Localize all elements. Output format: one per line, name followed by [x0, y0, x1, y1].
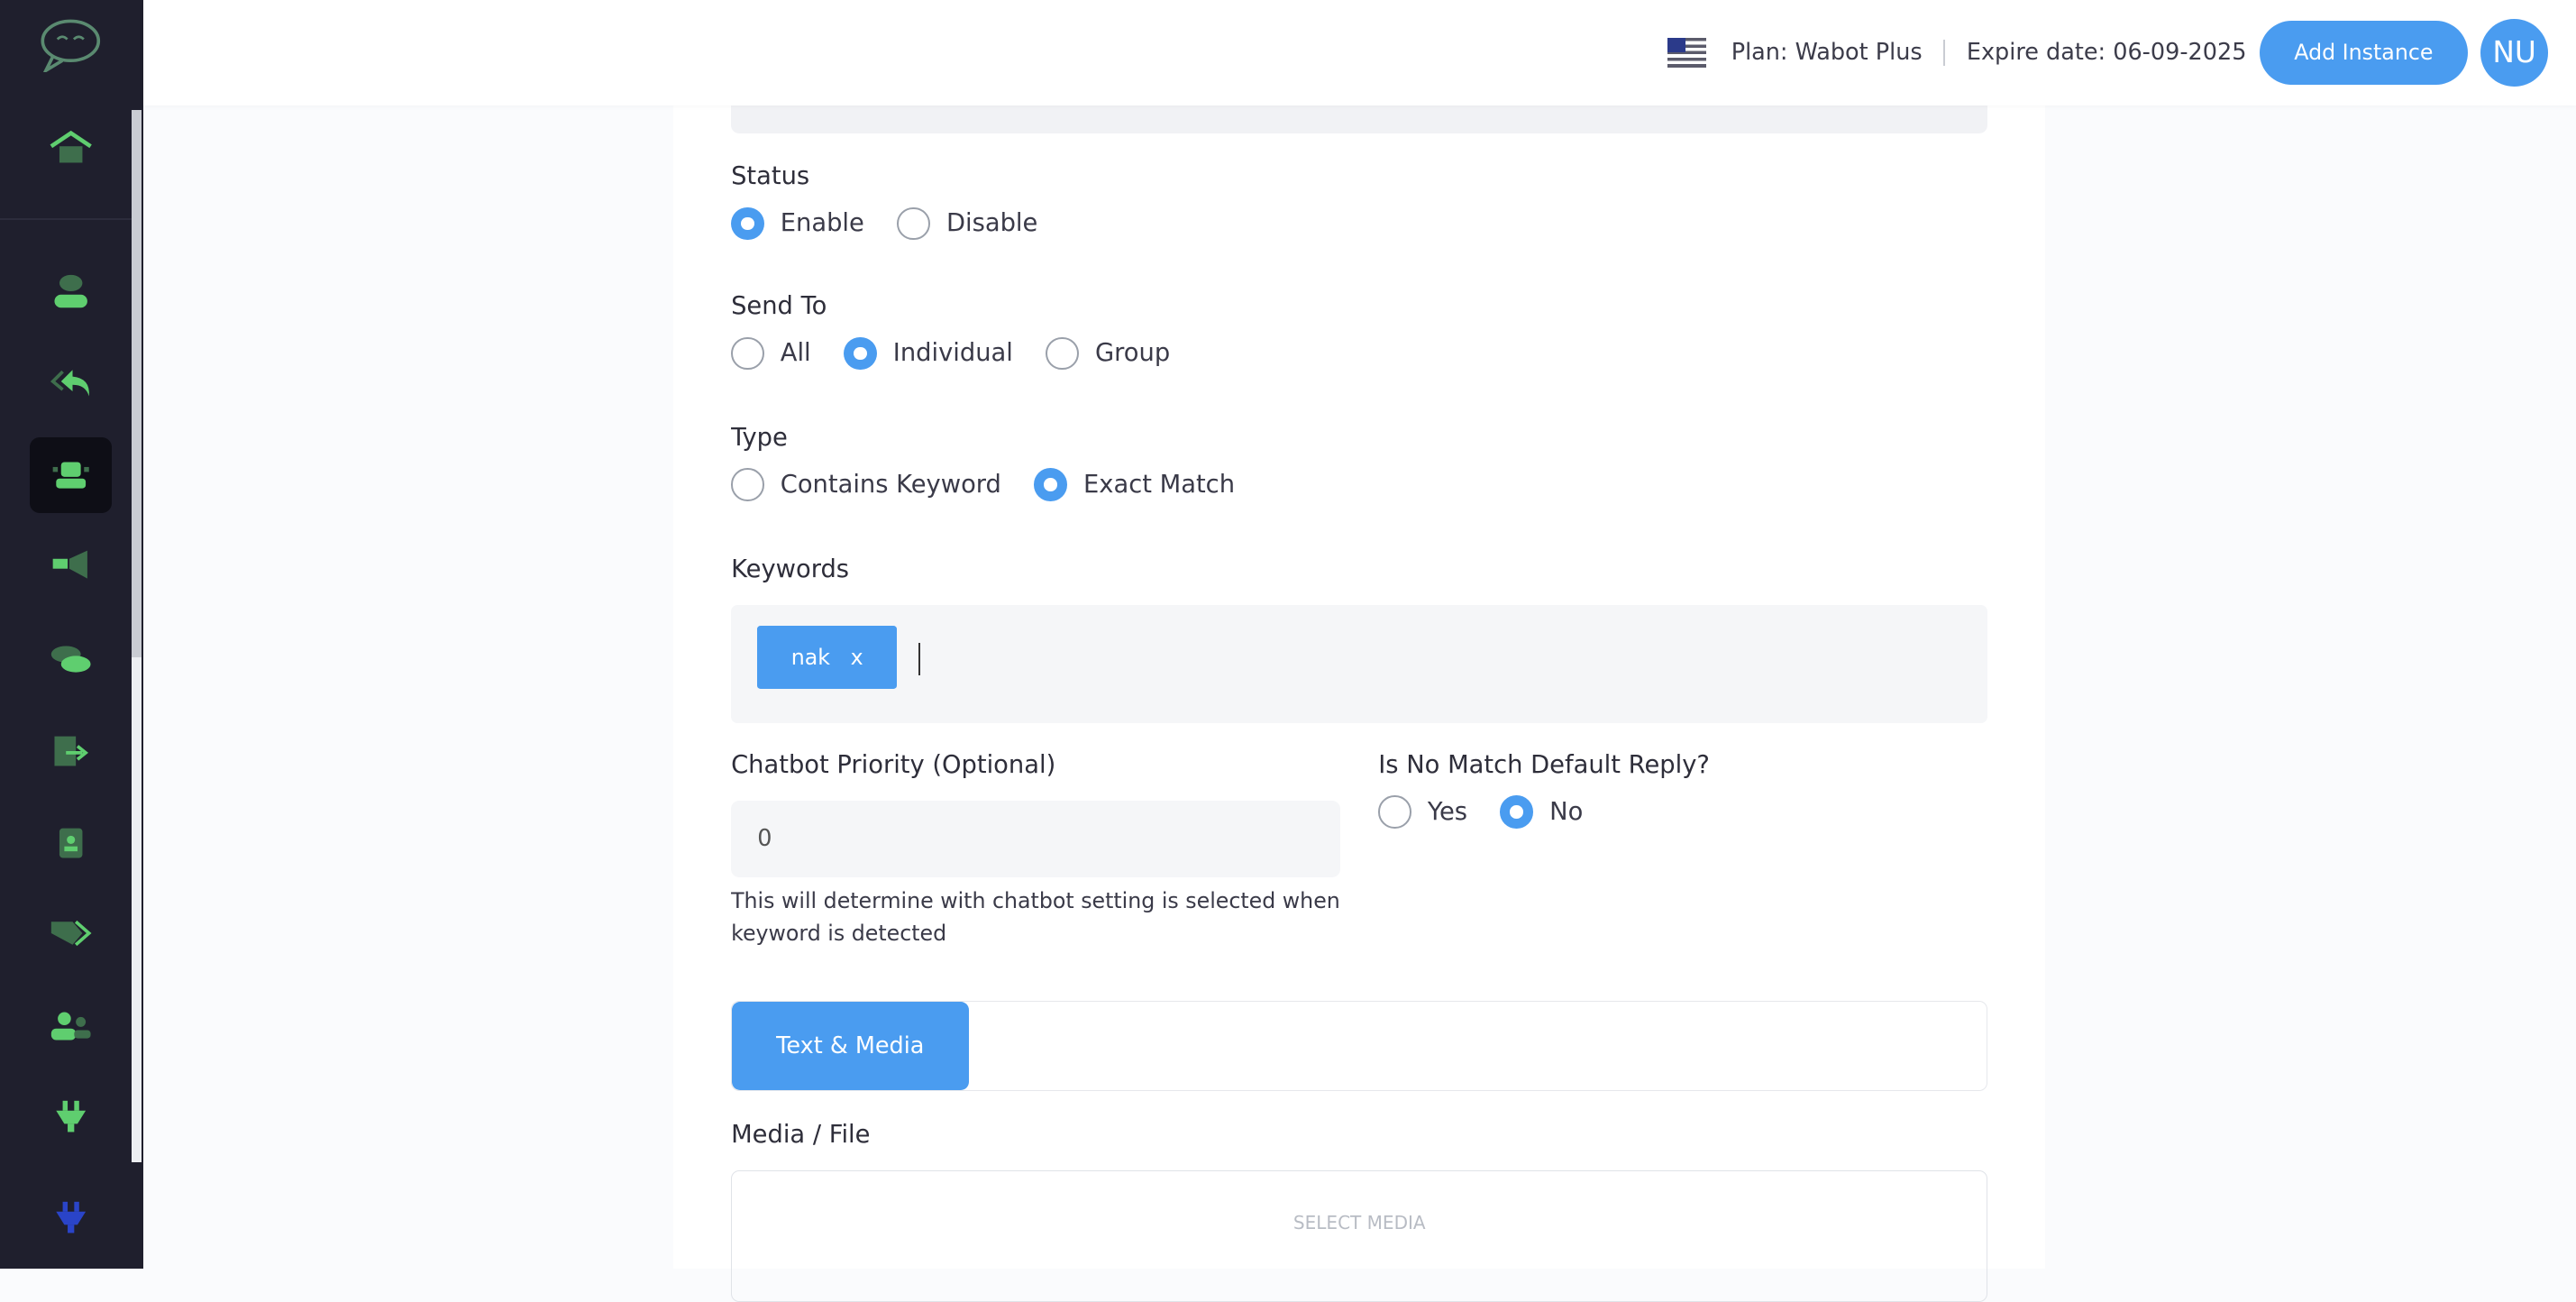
type-group: Type Contains Keyword Exact Match [731, 424, 1267, 501]
no-match-no-radio[interactable]: No [1500, 795, 1583, 829]
text-cursor [918, 642, 920, 676]
keywords-input[interactable]: nak x [731, 604, 1988, 723]
sidebar [0, 0, 143, 1270]
tags-icon[interactable] [30, 895, 112, 971]
keywords-label: Keywords [731, 555, 850, 584]
type-exact-radio[interactable]: Exact Match [1034, 468, 1235, 501]
media-label: Media / File [731, 1121, 871, 1150]
users-icon[interactable] [30, 987, 112, 1063]
type-contains-radio[interactable]: Contains Keyword [731, 468, 1001, 501]
type-label: Type [731, 424, 788, 453]
user-icon[interactable] [30, 253, 112, 329]
header: Plan: Wabot Plus Expire date: 06-09-2025… [142, 0, 2576, 105]
plug-icon[interactable] [30, 1080, 112, 1156]
chatbot-form: Status Enable Disable Send To All Indivi… [673, 0, 2046, 1302]
send-to-all-radio[interactable]: All [731, 336, 811, 371]
no-match-yes-radio[interactable]: Yes [1378, 795, 1467, 829]
send-to-group-radio[interactable]: Group [1046, 336, 1170, 371]
priority-label: Chatbot Priority (Optional) [731, 750, 1056, 779]
tab-text-media[interactable]: Text & Media [732, 1002, 969, 1091]
robot-icon[interactable] [29, 436, 112, 513]
chat-icon[interactable] [30, 621, 112, 697]
expire-date: Expire date: 06-09-2025 [1966, 39, 2247, 67]
keyword-tag: nak x [757, 626, 898, 689]
separator [1943, 39, 1946, 66]
priority-help: This will determine with chatbot setting… [731, 887, 1340, 947]
send-to-individual-radio[interactable]: Individual [844, 336, 1013, 371]
send-to-group: Send To All Individual Group [731, 292, 1203, 371]
status-disable-radio[interactable]: Disable [897, 206, 1037, 241]
send-to-label: Send To [731, 292, 827, 321]
scrollbar-thumb[interactable] [131, 110, 142, 658]
home-icon[interactable] [30, 110, 112, 186]
select-media-area[interactable]: SELECT MEDIA [731, 1169, 1988, 1302]
select-media-button[interactable]: SELECT MEDIA [1293, 1212, 1426, 1300]
status-enable-radio[interactable]: Enable [731, 206, 864, 241]
no-match-label: Is No Match Default Reply? [1378, 750, 1710, 779]
plug-icon-disconnected[interactable] [30, 1180, 112, 1256]
status-label: Status [731, 162, 810, 191]
reply-icon[interactable] [30, 344, 112, 419]
tabs: Text & Media [731, 1001, 1988, 1092]
us-flag-icon[interactable] [1667, 37, 1707, 68]
logo[interactable] [36, 16, 105, 76]
no-match-group: Is No Match Default Reply? Yes No [1378, 751, 1710, 829]
status-group: Status Enable Disable [731, 162, 1071, 241]
megaphone-icon[interactable] [30, 527, 112, 603]
plan-text: Plan: Wabot Plus [1731, 39, 1923, 67]
contact-book-icon[interactable] [30, 805, 112, 881]
remove-tag-button[interactable]: x [851, 645, 863, 670]
sidebar-divider [0, 218, 132, 221]
sidebar-scrollbar[interactable] [131, 110, 142, 1162]
avatar[interactable]: NU [2480, 18, 2548, 87]
add-instance-button[interactable]: Add Instance [2260, 20, 2468, 85]
file-export-icon[interactable] [30, 713, 112, 789]
priority-input[interactable]: 0 [731, 800, 1341, 878]
